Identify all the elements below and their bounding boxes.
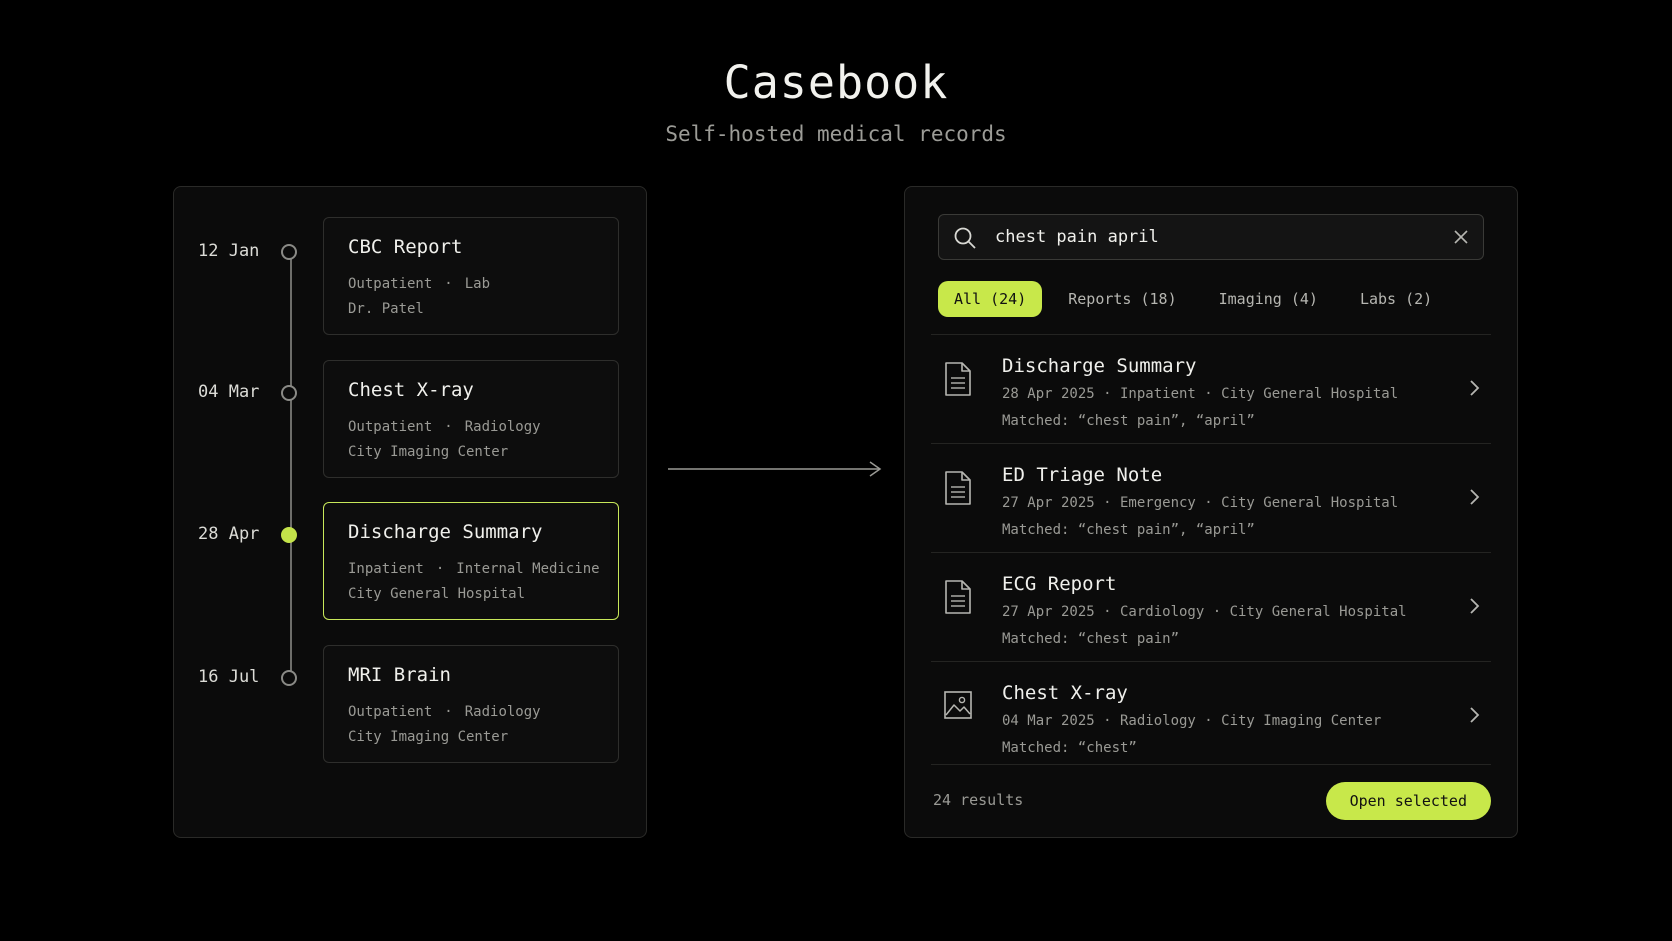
timeline-card-title: MRI Brain [348, 664, 451, 686]
timeline-date: 16 Jul [198, 667, 260, 687]
app-title: Casebook [723, 56, 949, 109]
department: Internal Medicine [456, 561, 600, 577]
timeline-card-provider: City Imaging Center [348, 729, 509, 745]
result-matched-terms: Matched: “chest pain”, “april” [1002, 413, 1255, 429]
visit-type: Outpatient [348, 276, 433, 292]
department: Radiology [464, 419, 541, 435]
result-count: 24 results [933, 791, 1024, 809]
result-row[interactable]: ECG Report 27 Apr 2025 · Cardiology · Ci… [931, 552, 1491, 661]
separator: · [435, 561, 445, 577]
document-icon [945, 471, 971, 505]
result-row[interactable]: ED Triage Note 27 Apr 2025 · Emergency ·… [931, 443, 1491, 552]
result-title: ECG Report [1002, 573, 1117, 595]
timeline-dot-active [281, 527, 297, 543]
timeline-card-meta: Outpatient · Radiology [348, 415, 594, 440]
timeline-card-meta: Outpatient · Lab [348, 272, 594, 297]
timeline-panel: 12 Jan CBC Report Outpatient · Lab Dr. Pat… [173, 186, 647, 838]
separator: · [444, 419, 453, 435]
timeline-card-provider: Dr. Patel [348, 301, 424, 317]
result-meta: 04 Mar 2025 · Radiology · City Imaging C… [1002, 713, 1382, 729]
timeline-dot [281, 670, 297, 686]
result-meta: 27 Apr 2025 · Emergency · City General H… [1002, 495, 1399, 511]
search-box[interactable] [938, 214, 1484, 260]
tab-imaging[interactable]: Imaging (4) [1203, 281, 1334, 317]
timeline-card-provider: City Imaging Center [348, 444, 509, 460]
timeline-line [290, 253, 292, 680]
timeline-card-meta: Outpatient · Radiology [348, 700, 594, 725]
visit-type: Inpatient [348, 561, 424, 577]
timeline-date: 04 Mar [198, 382, 260, 402]
timeline-card-chest-x-ray[interactable]: Chest X-ray Outpatient · Radiology City Im… [323, 360, 619, 478]
timeline-dot [281, 244, 297, 260]
result-meta: 27 Apr 2025 · Cardiology · City General … [1002, 604, 1407, 620]
search-input[interactable] [995, 215, 1425, 259]
document-icon [945, 580, 971, 614]
department: Lab [464, 276, 491, 292]
open-selected-button[interactable]: Open selected [1325, 782, 1491, 820]
document-icon [945, 362, 971, 396]
timeline-card-discharge-summary[interactable]: Discharge Summary Inpatient · Internal Med… [323, 502, 619, 620]
timeline-card-mri-brain[interactable]: MRI Brain Outpatient · Radiology City Imag… [323, 645, 619, 763]
close-icon[interactable] [1451, 227, 1471, 247]
arrow-right-icon [668, 461, 882, 477]
department: Radiology [464, 704, 541, 720]
chevron-right-icon[interactable] [1467, 706, 1481, 724]
timeline-card-title: Discharge Summary [348, 521, 543, 543]
visit-type: Outpatient [348, 704, 433, 720]
search-panel: All (24) Reports (18) Imaging (4) Labs (… [904, 186, 1518, 838]
tab-labs[interactable]: Labs (2) [1344, 281, 1448, 317]
separator: · [444, 704, 453, 720]
chevron-right-icon[interactable] [1467, 597, 1481, 615]
search-icon [954, 227, 976, 249]
image-icon [944, 691, 972, 719]
chevron-right-icon[interactable] [1467, 488, 1481, 506]
separator: · [444, 276, 453, 292]
tab-all[interactable]: All (24) [938, 281, 1043, 317]
timeline-card-cbc-report[interactable]: CBC Report Outpatient · Lab Dr. Patel [323, 217, 619, 335]
filter-tabs: All (24) Reports (18) Imaging (4) Labs (… [938, 281, 1458, 317]
timeline-date: 12 Jan [198, 241, 260, 261]
timeline-date: 28 Apr [198, 524, 260, 544]
result-matched-terms: Matched: “chest” [1002, 740, 1137, 756]
visit-type: Outpatient [348, 419, 433, 435]
timeline-card-provider: City General Hospital [348, 586, 526, 602]
chevron-right-icon[interactable] [1467, 379, 1481, 397]
timeline-card-title: Chest X-ray [348, 379, 474, 401]
timeline-card-title: CBC Report [348, 236, 463, 258]
result-title: Chest X-ray [1002, 682, 1128, 704]
tab-reports[interactable]: Reports (18) [1052, 281, 1192, 317]
result-row[interactable]: Chest X-ray 04 Mar 2025 · Radiology · Ci… [931, 661, 1491, 765]
result-matched-terms: Matched: “chest pain” [1002, 631, 1180, 647]
timeline-card-meta: Inpatient · Internal Medicine [348, 557, 600, 582]
result-row[interactable]: Discharge Summary 28 Apr 2025 · Inpatien… [931, 334, 1491, 443]
result-matched-terms: Matched: “chest pain”, “april” [1002, 522, 1255, 538]
page: Casebook Self-hosted medical records 12 … [0, 0, 1672, 941]
timeline-dot [281, 385, 297, 401]
results-list: Discharge Summary 28 Apr 2025 · Inpatien… [931, 334, 1491, 765]
result-meta: 28 Apr 2025 · Inpatient · City General H… [1002, 386, 1399, 402]
app-subtitle: Self-hosted medical records [665, 122, 1007, 146]
result-title: Discharge Summary [1002, 355, 1197, 377]
result-title: ED Triage Note [1002, 464, 1163, 486]
